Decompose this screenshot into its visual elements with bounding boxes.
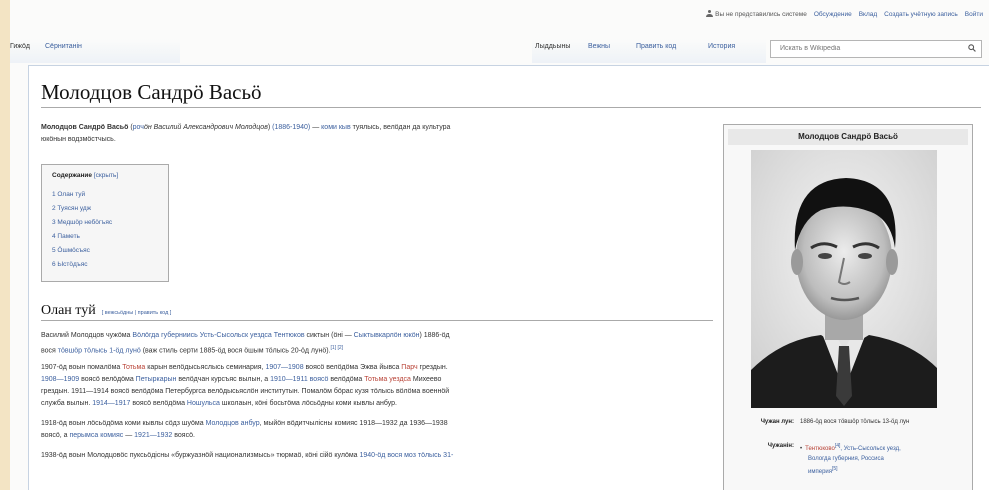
section-divider xyxy=(41,320,713,321)
search-icon[interactable] xyxy=(968,44,976,52)
portrait-image xyxy=(751,150,937,408)
molodtsov-alphabet-link[interactable]: Молодцов анбур xyxy=(206,420,260,427)
totma-uezd-link[interactable]: Тотьма уездса xyxy=(364,376,411,383)
reference-link[interactable]: [1] [2] xyxy=(331,345,344,351)
talk-link[interactable]: Обсуждение xyxy=(814,11,852,18)
perm-komi-link[interactable]: перымса комияс xyxy=(69,432,123,439)
infobox: Молодцов Сандрӧ Васьӧ Чужан лун: 1886-ӧд… xyxy=(723,124,973,490)
tab-bar: Гижӧд Сёрнитанін Лыддьыны Вежны Править … xyxy=(10,35,989,63)
russian-link[interactable]: роч xyxy=(133,124,144,131)
search-box[interactable] xyxy=(770,40,982,58)
browser-frame: Вы не представились системе Обсуждение В… xyxy=(10,0,989,490)
page-title: Молодцов Сандрӧ Васьӧ xyxy=(41,80,262,104)
toc-item-3[interactable]: 3 Медшӧр небӧгъяс xyxy=(52,219,112,226)
vologda-link[interactable]: Вӧлӧгда губерниись xyxy=(132,332,197,339)
toc-item-4[interactable]: 4 Паметь xyxy=(52,233,80,240)
komi-language-link[interactable]: коми кыв xyxy=(321,124,351,131)
years-1921-link[interactable]: 1921—1932 xyxy=(134,432,172,439)
toc-item-1[interactable]: 1 Олан туй xyxy=(52,191,85,198)
years-1914-link[interactable]: 1914—1917 xyxy=(92,400,130,407)
user-status: Вы не представились системе xyxy=(706,10,807,18)
tentyukovo-link[interactable]: Тентюково xyxy=(805,446,835,452)
death-date-link[interactable]: 1940-ӧд вося моз тӧлысь 31- xyxy=(360,452,454,459)
table-of-contents: Содержание [скрыть] 1 Олан туй 2 Туясян … xyxy=(41,164,169,282)
paragraph-arrest: 1938-ӧд воын Молодцовӧс пуксьӧдісны «бур… xyxy=(41,452,454,459)
create-account-link[interactable]: Создать учётную запись xyxy=(884,11,958,18)
toc-toggle[interactable]: [скрыть] xyxy=(94,172,118,179)
years-word-link[interactable]: воясӧ xyxy=(310,376,329,383)
contributions-link[interactable]: Вклад xyxy=(859,11,877,18)
toc-item-6[interactable]: 6 Ыстӧдъяс xyxy=(52,261,88,268)
section-edit-link[interactable]: [ вежсьӧдны | править код ] xyxy=(102,310,172,316)
personal-tools: Вы не представились системе Обсуждение В… xyxy=(706,10,983,18)
parch-link[interactable]: Парч xyxy=(401,364,417,371)
user-icon xyxy=(706,10,714,17)
years-1908-link[interactable]: 1908—1909 xyxy=(41,376,79,383)
years-link[interactable]: (1886-1940) xyxy=(272,124,310,131)
search-input[interactable] xyxy=(778,44,962,53)
totma-link[interactable]: Тотьма xyxy=(122,364,145,371)
tab-edit-source[interactable]: Править код xyxy=(636,43,676,50)
infobox-title: Молодцов Сандрӧ Васьӧ xyxy=(728,129,968,145)
birthdate-value-link[interactable]: 1886-ӧд вося тӧвшӧр тӧлысь 13-ӧд лун xyxy=(800,417,968,427)
section-heading: Олан туй[ вежсьӧдны | править код ] xyxy=(41,303,172,318)
portrait-photo[interactable] xyxy=(751,150,937,408)
lead-paragraph: Молодцов Сандрӧ Васьӧ (рочӧн Василий Але… xyxy=(41,124,451,143)
paragraph-birth: Василий Молодцов чужӧма Вӧлӧгда губернии… xyxy=(41,332,450,355)
title-divider xyxy=(41,107,981,108)
toc-item-2[interactable]: 2 Туясян удж xyxy=(52,205,91,212)
tab-article[interactable]: Гижӧд xyxy=(10,43,30,50)
paragraph-education: 1907-ӧд воын помалӧма Тотьма карын велӧд… xyxy=(41,364,450,407)
lead-name: Молодцов Сандрӧ Васьӧ xyxy=(41,124,129,131)
article-content: Молодцов Сандрӧ Васьӧ Молодцов Сандрӧ Ва… xyxy=(28,65,989,490)
tab-history[interactable]: История xyxy=(708,43,735,50)
toc-title: Содержание [скрыть] xyxy=(52,172,119,179)
years-1907-link[interactable]: 1907—1908 xyxy=(265,364,303,371)
syktyvkar-link[interactable]: Сыктывкарлӧн юкӧн xyxy=(354,332,420,339)
petersburg-link[interactable]: Петыркарын xyxy=(136,376,177,383)
tab-read[interactable]: Лыддьыны xyxy=(535,43,570,50)
tab-talk[interactable]: Сёрнитанін xyxy=(45,43,82,50)
years-1910-link[interactable]: 1910—1911 xyxy=(270,376,308,383)
tab-edit[interactable]: Вежны xyxy=(588,43,610,50)
birthdate-link[interactable]: тӧвшӧр тӧлысь 1-ӧд лунӧ xyxy=(58,347,141,354)
paragraph-alphabet: 1918-ӧд воын лӧсьӧдӧма коми кывлы сӧдз ш… xyxy=(41,420,448,439)
ust-sysolsk-link[interactable]: Усть-Сысольск уездса xyxy=(200,332,272,339)
login-link[interactable]: Войти xyxy=(965,11,983,18)
toc-item-5[interactable]: 5 Ӧшмӧсъяс xyxy=(52,247,90,254)
tentyukov-link[interactable]: Тентюков xyxy=(274,332,305,339)
user-status-label: Вы не представились системе xyxy=(715,11,807,18)
noshul-link[interactable]: Ношульса xyxy=(187,400,220,407)
